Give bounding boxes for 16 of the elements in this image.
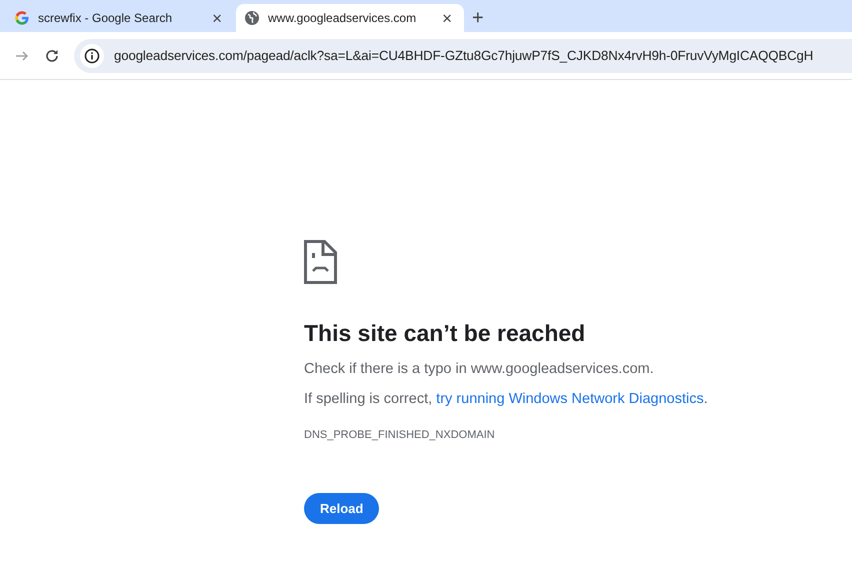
new-tab-button[interactable]: + bbox=[472, 8, 484, 28]
sad-page-icon bbox=[304, 240, 337, 284]
error-hint: Check if there is a typo in www.googleadservices.com. bbox=[304, 361, 654, 377]
reload-button[interactable]: Reload bbox=[304, 493, 380, 524]
browser-tab[interactable]: screwfix - Google Search × bbox=[6, 4, 234, 32]
google-icon bbox=[14, 10, 30, 26]
close-icon[interactable]: × bbox=[212, 10, 222, 26]
error-suggestion: If spelling is correct, try running Windows Network Diagnostics. bbox=[304, 391, 708, 407]
browser-tab[interactable]: www.googleadservices.com × bbox=[236, 4, 464, 32]
error-title: This site can’t be reached bbox=[304, 320, 586, 347]
close-icon[interactable]: × bbox=[442, 10, 452, 26]
globe-icon bbox=[244, 10, 260, 26]
info-icon[interactable] bbox=[84, 48, 100, 64]
reload-icon[interactable] bbox=[44, 48, 60, 64]
error-code: DNS_PROBE_FINISHED_NXDOMAIN bbox=[304, 429, 495, 441]
diagnostics-link[interactable]: try running Windows Network Diagnostics bbox=[436, 391, 704, 407]
